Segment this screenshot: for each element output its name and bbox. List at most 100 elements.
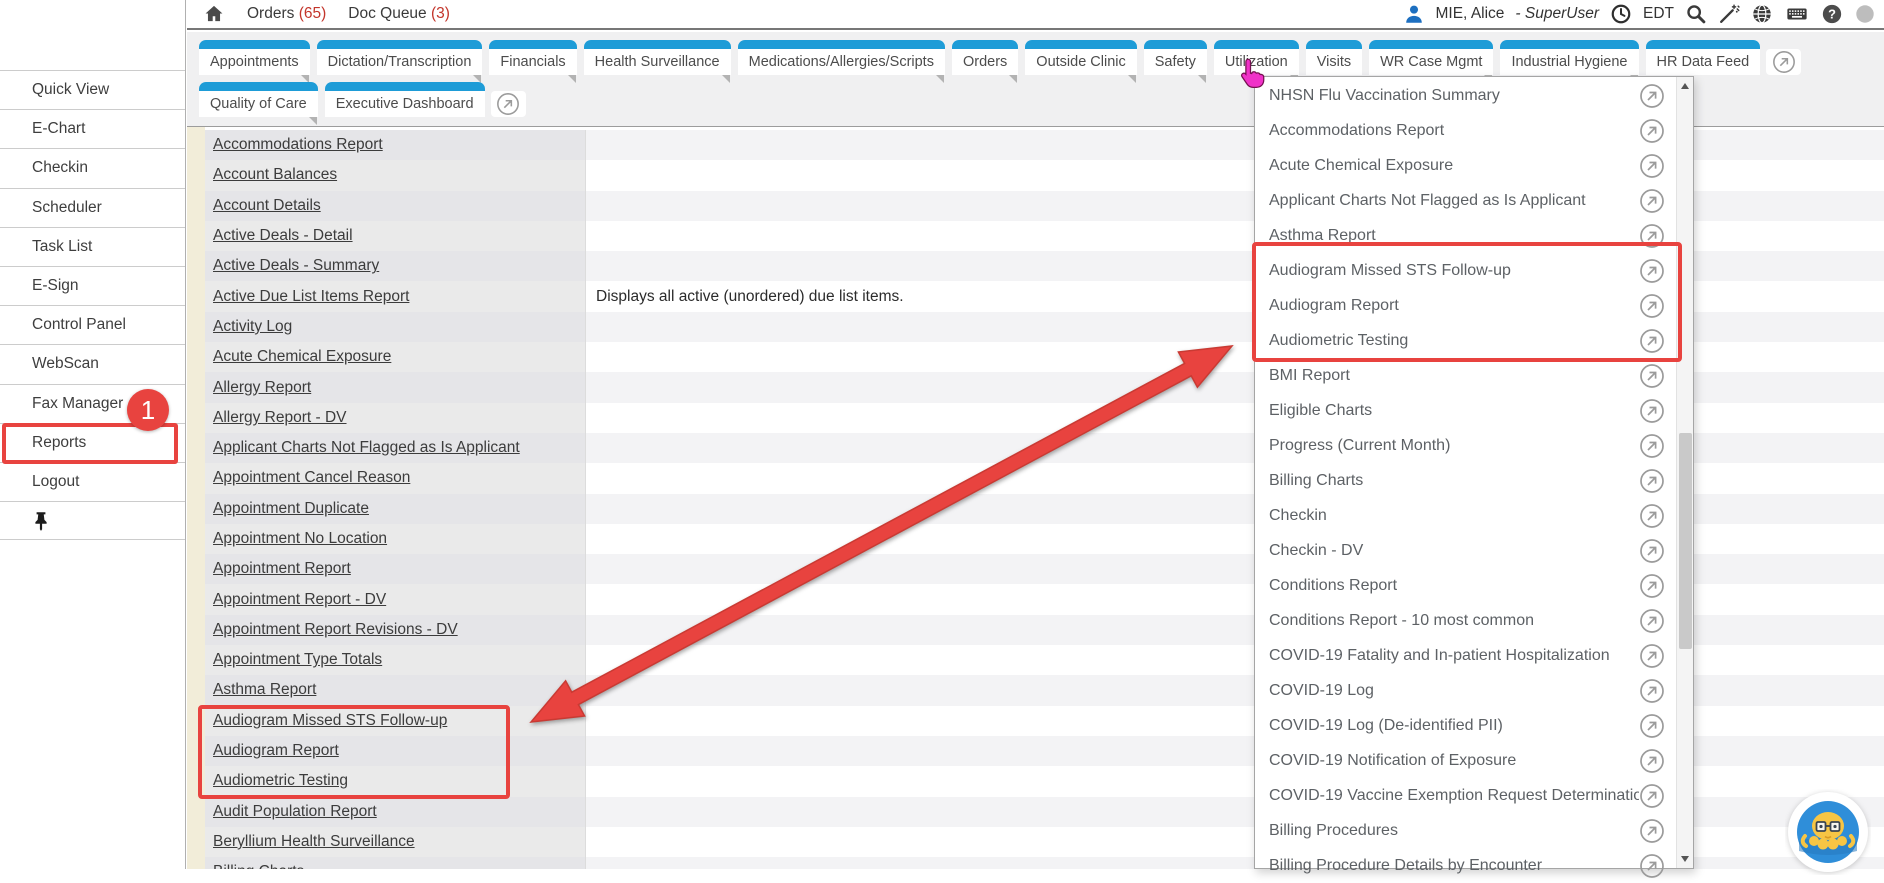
module-tab[interactable]: Appointments [199, 40, 310, 75]
report-link[interactable]: Appointment Duplicate [213, 500, 369, 518]
sidebar-item[interactable]: Task List [0, 227, 185, 266]
dropdown-menu-item[interactable]: Eligible Charts [1255, 393, 1676, 428]
report-link[interactable]: Allergy Report [213, 379, 311, 397]
dropdown-menu-item[interactable]: Checkin [1255, 498, 1676, 533]
dropdown-menu-item[interactable]: COVID-19 Fatality and In-patient Hospita… [1255, 638, 1676, 673]
sidebar-item[interactable]: Checkin [0, 148, 185, 187]
report-link[interactable]: Acute Chemical Exposure [213, 348, 391, 366]
nav-orders[interactable]: Orders (65) [247, 5, 326, 23]
dropdown-menu-item[interactable]: Billing Procedures [1255, 813, 1676, 848]
report-link[interactable]: Account Balances [213, 166, 337, 184]
sidebar-item[interactable]: WebScan [0, 344, 185, 383]
report-link[interactable]: Audiogram Missed STS Follow-up [213, 712, 447, 730]
sidebar-item[interactable]: E-Chart [0, 109, 185, 148]
sidebar-item[interactable]: Logout [0, 462, 185, 501]
open-report-icon[interactable] [1639, 538, 1665, 564]
scrollbar-thumb[interactable] [1679, 433, 1692, 649]
report-link[interactable]: Audit Population Report [213, 803, 377, 821]
module-tab[interactable]: Industrial Hygiene [1500, 40, 1638, 75]
dropdown-menu-item[interactable]: Asthma Report [1255, 218, 1676, 253]
sidebar-item[interactable]: Quick View [0, 70, 185, 109]
dropdown-menu-item[interactable]: NHSN Flu Vaccination Summary [1255, 78, 1676, 113]
module-tab[interactable]: Safety [1144, 40, 1207, 75]
dropdown-menu-item[interactable]: Accommodations Report [1255, 113, 1676, 148]
open-report-icon[interactable] [1639, 503, 1665, 529]
report-link[interactable]: Billing Charts [213, 863, 304, 869]
help-icon[interactable]: ? [1821, 3, 1843, 25]
open-report-icon[interactable] [1639, 188, 1665, 214]
keyboard-icon[interactable] [1784, 3, 1810, 25]
wand-icon[interactable] [1718, 3, 1740, 25]
module-tab[interactable]: HR Data Feed [1646, 40, 1761, 75]
report-link[interactable]: Active Due List Items Report [213, 288, 409, 306]
dropdown-menu-item[interactable]: Conditions Report - 10 most common [1255, 603, 1676, 638]
user-name[interactable]: MIE, Alice [1436, 5, 1505, 23]
dropdown-menu-item[interactable]: Applicant Charts Not Flagged as Is Appli… [1255, 183, 1676, 218]
report-link[interactable]: Appointment No Location [213, 530, 387, 548]
sidebar-item[interactable]: Fax Manager [0, 384, 185, 423]
scroll-down-button[interactable] [1677, 851, 1693, 867]
open-report-icon[interactable] [1639, 678, 1665, 704]
report-link[interactable]: Applicant Charts Not Flagged as Is Appli… [213, 439, 520, 457]
sidebar-item[interactable]: Control Panel [0, 305, 185, 344]
open-report-icon[interactable] [1639, 118, 1665, 144]
open-report-icon[interactable] [1639, 83, 1665, 109]
pushpin-icon[interactable] [30, 510, 52, 532]
open-report-icon[interactable] [1639, 643, 1665, 669]
open-report-icon[interactable] [1639, 258, 1665, 284]
dropdown-menu-item[interactable]: Audiogram Report [1255, 288, 1676, 323]
open-report-icon[interactable] [1639, 783, 1665, 809]
module-tab[interactable]: Utilization [1214, 40, 1299, 75]
open-report-icon[interactable] [1639, 468, 1665, 494]
module-tab[interactable]: Quality of Care [199, 82, 318, 117]
open-report-icon[interactable] [1639, 433, 1665, 459]
report-link[interactable]: Allergy Report - DV [213, 409, 347, 427]
sidebar-item[interactable]: Reports [0, 423, 185, 462]
dropdown-menu-item[interactable]: COVID-19 Log [1255, 673, 1676, 708]
open-report-icon[interactable] [1639, 573, 1665, 599]
report-link[interactable]: Audiometric Testing [213, 772, 348, 790]
dropdown-menu-item[interactable]: Progress (Current Month) [1255, 428, 1676, 463]
open-report-icon[interactable] [1639, 293, 1665, 319]
open-report-icon[interactable] [1639, 713, 1665, 739]
dropdown-menu-item[interactable]: COVID-19 Log (De-identified PII) [1255, 708, 1676, 743]
report-link[interactable]: Appointment Report - DV [213, 591, 386, 609]
open-report-icon[interactable] [1639, 608, 1665, 634]
dropdown-menu-item[interactable]: Checkin - DV [1255, 533, 1676, 568]
open-report-icon[interactable] [1639, 363, 1665, 389]
dropdown-menu-item[interactable]: Conditions Report [1255, 568, 1676, 603]
report-link[interactable]: Appointment Report Revisions - DV [213, 621, 458, 639]
globe-icon[interactable] [1751, 3, 1773, 25]
report-link[interactable]: Active Deals - Summary [213, 257, 379, 275]
module-tab[interactable]: Financials [489, 40, 576, 75]
home-icon[interactable] [203, 3, 225, 25]
nav-doc-queue[interactable]: Doc Queue (3) [348, 5, 450, 23]
report-link[interactable]: Accommodations Report [213, 136, 383, 154]
open-report-icon[interactable] [1639, 398, 1665, 424]
open-external-stub[interactable] [1766, 49, 1801, 75]
dropdown-menu-item[interactable]: Billing Charts [1255, 463, 1676, 498]
report-link[interactable]: Appointment Report [213, 560, 351, 578]
report-link[interactable]: Audiogram Report [213, 742, 339, 760]
dropdown-menu-item[interactable]: Audiogram Missed STS Follow-up [1255, 253, 1676, 288]
module-tab[interactable]: Dictation/Transcription [317, 40, 483, 75]
report-link[interactable]: Activity Log [213, 318, 292, 336]
open-report-icon[interactable] [1639, 328, 1665, 354]
dropdown-menu-item[interactable]: Acute Chemical Exposure [1255, 148, 1676, 183]
sidebar-item[interactable]: E-Sign [0, 266, 185, 305]
report-link[interactable]: Active Deals - Detail [213, 227, 353, 245]
module-tab[interactable]: Health Surveillance [584, 40, 731, 75]
search-icon[interactable] [1685, 3, 1707, 25]
octopus-help-mascot[interactable] [1785, 789, 1871, 875]
open-report-icon[interactable] [1639, 748, 1665, 774]
module-tab[interactable]: Outside Clinic [1025, 40, 1136, 75]
report-link[interactable]: Appointment Cancel Reason [213, 469, 410, 487]
dropdown-menu-item[interactable]: Billing Procedure Details by Encounter [1255, 848, 1676, 883]
report-link[interactable]: Asthma Report [213, 681, 316, 699]
report-link[interactable]: Beryllium Health Surveillance [213, 833, 415, 851]
report-link[interactable]: Account Details [213, 197, 321, 215]
open-report-icon[interactable] [1639, 153, 1665, 179]
dropdown-menu-item[interactable]: Audiometric Testing [1255, 323, 1676, 358]
open-external-stub[interactable] [491, 91, 526, 117]
module-tab[interactable]: Executive Dashboard [325, 82, 485, 117]
